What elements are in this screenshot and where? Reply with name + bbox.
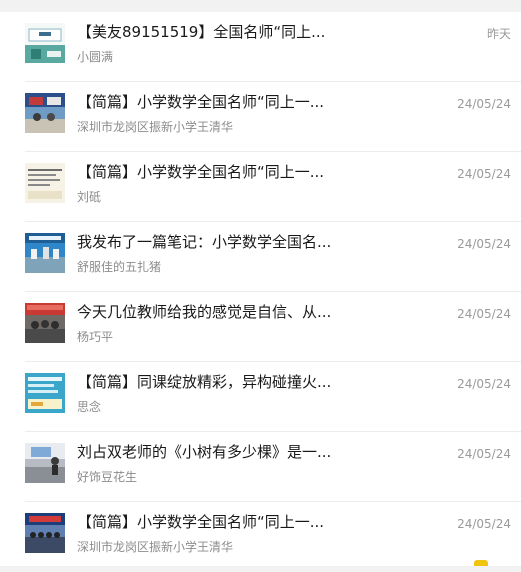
article-date: 24/05/24 [457,237,511,251]
cover-thumbnail-icon [25,233,65,273]
feed-item[interactable]: 我发布了一篇笔记：小学数学全国名... 舒服佳的五扎猪 24/05/24 [0,222,521,292]
article-title[interactable]: 我发布了一篇笔记：小学数学全国名... [77,232,447,252]
article-date: 24/05/24 [457,447,511,461]
corner-badge-icon [474,560,488,566]
feed-item[interactable]: 今天几位教师给我的感觉是自信、从... 杨巧平 24/05/24 [0,292,521,362]
article-author: 深圳市龙岗区振新小学王清华 [77,540,234,554]
article-date: 24/05/24 [457,307,511,321]
article-date: 24/05/24 [457,517,511,531]
thumbnail-image [25,373,65,413]
cover-thumbnail-icon [25,23,65,63]
feed-item[interactable]: 【简篇】小学数学全国名师“同上一... 深圳市龙岗区振新小学王清华 24/05/… [0,502,521,572]
feed-item[interactable]: 【简篇】同课绽放精彩，异构碰撞火... 思念 24/05/24 [0,362,521,432]
article-title[interactable]: 【美友89151519】全国名师“同上... [77,22,447,42]
cover-thumbnail-icon [25,443,65,483]
article-title[interactable]: 【简篇】小学数学全国名师“同上一... [77,512,447,532]
thumbnail-image [25,163,65,203]
thumbnail-image [25,443,65,483]
article-title[interactable]: 今天几位教师给我的感觉是自信、从... [77,302,447,322]
article-feed-list: 【美友89151519】全国名师“同上... 小圆满 昨天 【简篇】小学数学全国… [0,12,521,566]
article-date: 昨天 [486,27,511,41]
feed-item[interactable]: 【简篇】小学数学全国名师“同上一... 深圳市龙岗区振新小学王清华 24/05/… [0,82,521,152]
cover-thumbnail-icon [25,93,65,133]
thumbnail-image [25,513,65,553]
feed-item[interactable]: 【美友89151519】全国名师“同上... 小圆满 昨天 [0,12,521,82]
cover-thumbnail-icon [25,513,65,553]
cover-thumbnail-icon [25,163,65,203]
article-author: 舒服佳的五扎猪 [77,260,162,274]
thumbnail-image [25,303,65,343]
article-date: 24/05/24 [457,97,511,111]
article-author: 小圆满 [77,50,114,64]
cover-thumbnail-icon [25,373,65,413]
cover-thumbnail-icon [25,303,65,343]
article-author: 刘砥 [77,190,102,204]
article-author: 好饰豆花生 [77,470,138,484]
feed-item[interactable]: 刘占双老师的《小树有多少棵》是一... 好饰豆花生 24/05/24 [0,432,521,502]
article-author: 深圳市龙岗区振新小学王清华 [77,120,234,134]
article-date: 24/05/24 [457,167,511,181]
article-author: 思念 [77,400,102,414]
article-title[interactable]: 【简篇】小学数学全国名师“同上一... [77,92,447,112]
thumbnail-image [25,23,65,63]
feed-item[interactable]: 【简篇】小学数学全国名师“同上一... 刘砥 24/05/24 [0,152,521,222]
thumbnail-image [25,93,65,133]
thumbnail-image [25,233,65,273]
article-title[interactable]: 刘占双老师的《小树有多少棵》是一... [77,442,447,462]
article-date: 24/05/24 [457,377,511,391]
article-title[interactable]: 【简篇】小学数学全国名师“同上一... [77,162,447,182]
article-author: 杨巧平 [77,330,114,344]
article-title[interactable]: 【简篇】同课绽放精彩，异构碰撞火... [77,372,447,392]
